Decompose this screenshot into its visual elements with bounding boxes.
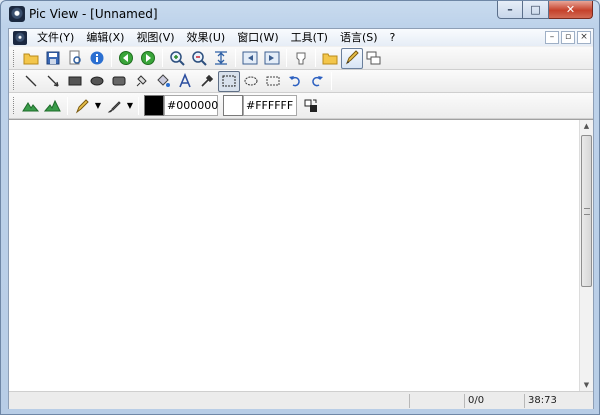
mountain-left-icon[interactable] <box>20 95 42 116</box>
forward-icon[interactable] <box>261 48 283 69</box>
app-icon <box>9 6 25 22</box>
zoom-out-icon[interactable] <box>188 48 210 69</box>
menu-tools[interactable]: 工具(T) <box>285 29 334 46</box>
background-color-field[interactable]: #FFFFFF <box>243 95 297 116</box>
prev-green-icon[interactable] <box>115 48 137 69</box>
toolbar-separator <box>286 49 287 67</box>
toolbar-separator <box>162 49 163 67</box>
color-toolbar: ▼ ▼ #000000 #FFFFFF <box>9 93 593 119</box>
close-button[interactable]: ✕ <box>549 1 593 19</box>
background-color-swatch[interactable] <box>223 95 243 116</box>
next-green-icon[interactable] <box>137 48 159 69</box>
mdi-controls: – ▫ × <box>545 31 593 44</box>
toolbar-separator <box>315 49 316 67</box>
paint-bucket-icon[interactable] <box>152 71 174 92</box>
line-icon[interactable] <box>20 71 42 92</box>
mdi-restore-button[interactable]: ▫ <box>561 31 575 44</box>
info-icon[interactable] <box>86 48 108 69</box>
rect-filled-icon[interactable] <box>64 71 86 92</box>
client-area: 文件(Y) 编辑(X) 视图(V) 效果(U) 窗口(W) 工具(T) 语言(S… <box>8 28 594 409</box>
save-icon[interactable] <box>42 48 64 69</box>
pencil-edit-icon[interactable] <box>341 47 363 69</box>
rounded-rect-icon[interactable] <box>108 71 130 92</box>
foreground-color-field[interactable]: #000000 <box>164 95 218 116</box>
ellipse-select-icon[interactable] <box>240 71 262 92</box>
status-bar: 0/0 38:73 <box>9 391 593 409</box>
title-bar[interactable]: Pic View - [Unnamed] – □ ✕ <box>1 1 599 27</box>
menu-bar: 文件(Y) 编辑(X) 视图(V) 效果(U) 窗口(W) 工具(T) 语言(S… <box>9 29 593 46</box>
menu-edit[interactable]: 编辑(X) <box>80 29 130 46</box>
mdi-minimize-button[interactable]: – <box>545 31 559 44</box>
toolbar-separator <box>67 96 68 115</box>
toolbar-grip[interactable] <box>13 72 16 90</box>
window-title: Pic View - [Unnamed] <box>29 7 158 21</box>
vertical-scrollbar[interactable]: ▲ ▼ <box>579 120 593 392</box>
back-icon[interactable] <box>239 48 261 69</box>
drawing-toolbar <box>9 70 593 93</box>
mdi-close-button[interactable]: × <box>577 31 591 44</box>
document-icon[interactable] <box>13 30 27 45</box>
redo-icon[interactable] <box>306 71 328 92</box>
arrow-line-icon[interactable] <box>42 71 64 92</box>
menu-effects[interactable]: 效果(U) <box>181 29 232 46</box>
status-coordinates: 38:73 <box>524 394 593 408</box>
windows-icon[interactable] <box>363 48 385 69</box>
text-icon[interactable] <box>174 71 196 92</box>
scroll-thumb[interactable] <box>581 135 592 287</box>
scroll-up-icon[interactable]: ▲ <box>580 120 593 133</box>
menu-file[interactable]: 文件(Y) <box>31 29 80 46</box>
print-preview-icon[interactable] <box>64 48 86 69</box>
menu-window[interactable]: 窗口(W) <box>231 29 284 46</box>
folder-icon[interactable] <box>319 48 341 69</box>
pencil-dropdown-icon[interactable]: ▼ <box>93 101 103 110</box>
undo-icon[interactable] <box>284 71 306 92</box>
toolbar-grip[interactable] <box>13 49 16 67</box>
brush-dropdown-icon[interactable]: ▼ <box>125 101 135 110</box>
toolbar-grip[interactable] <box>13 97 16 114</box>
toolbar-separator <box>235 49 236 67</box>
mountain-right-icon[interactable] <box>42 95 64 116</box>
app-window: Pic View - [Unnamed] – □ ✕ 文件(Y) 编辑(X) 视… <box>0 0 600 415</box>
ellipse-filled-icon[interactable] <box>86 71 108 92</box>
brush-icon[interactable] <box>103 95 125 116</box>
toolbar-separator <box>111 49 112 67</box>
swap-colors-icon[interactable] <box>300 95 322 116</box>
maximize-button[interactable]: □ <box>523 1 549 19</box>
open-folder-icon[interactable] <box>20 48 42 69</box>
pencil-icon[interactable] <box>71 95 93 116</box>
status-message <box>9 394 409 408</box>
menu-help[interactable]: ? <box>384 29 402 46</box>
status-count: 0/0 <box>464 394 524 408</box>
foreground-color-swatch[interactable] <box>144 95 164 116</box>
toolbar-separator <box>331 72 332 90</box>
rect-outline-icon[interactable] <box>262 71 284 92</box>
minimize-button[interactable]: – <box>497 1 523 19</box>
rect-select-icon[interactable] <box>218 70 240 92</box>
menu-language[interactable]: 语言(S) <box>334 29 384 46</box>
zoom-in-icon[interactable] <box>166 48 188 69</box>
fit-icon[interactable] <box>210 48 232 69</box>
window-controls: – □ ✕ <box>497 1 593 19</box>
main-toolbar <box>9 47 593 70</box>
menu-view[interactable]: 视图(V) <box>130 29 180 46</box>
toolbar-separator <box>138 96 139 115</box>
status-cell <box>409 394 464 408</box>
fill-pen-icon[interactable] <box>130 71 152 92</box>
canvas-area[interactable]: ▲ ▼ <box>9 119 593 392</box>
eyedropper-icon[interactable] <box>196 71 218 92</box>
stamp-icon[interactable] <box>290 48 312 69</box>
scroll-thumb-grip <box>584 208 590 215</box>
